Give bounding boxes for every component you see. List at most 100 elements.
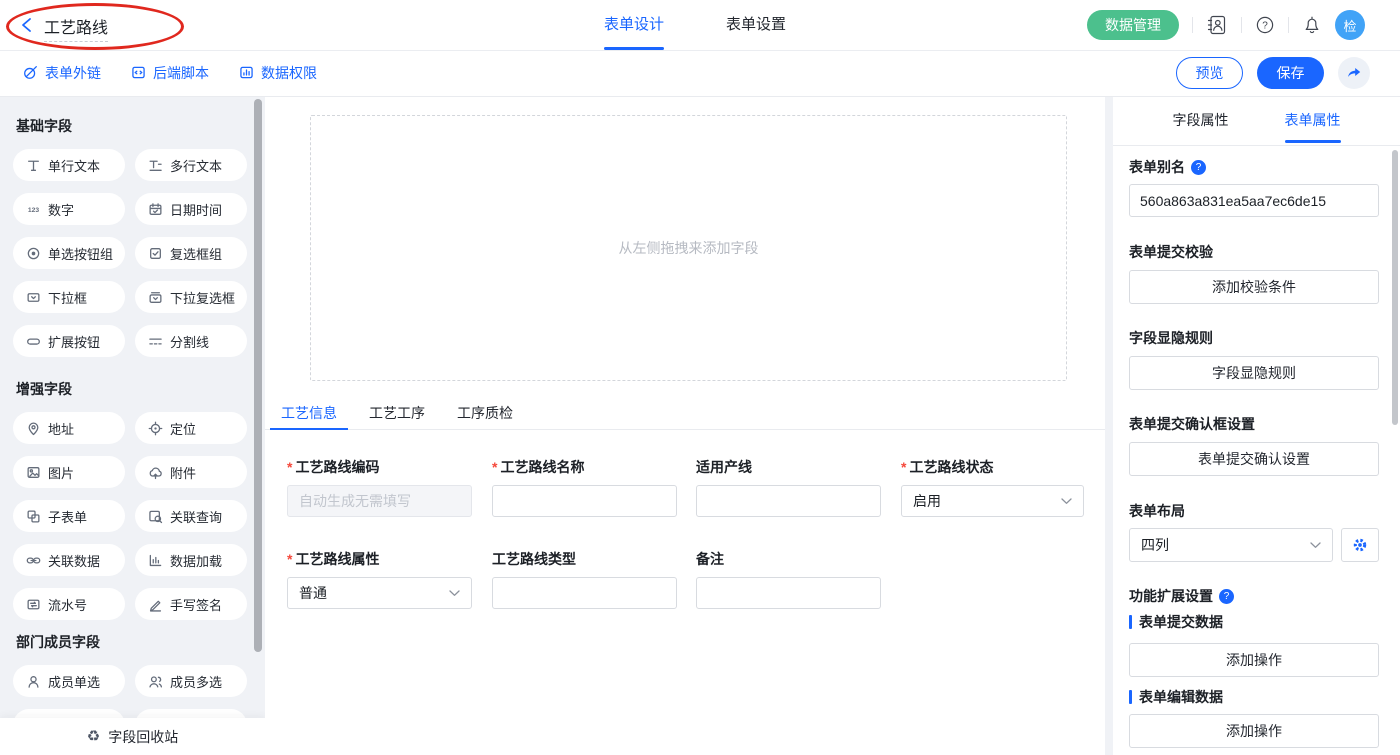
panel-tabs: 字段属性 表单属性 [1113, 96, 1400, 146]
palette-item-divider[interactable]: 分割线 [135, 325, 247, 357]
chevron-down-icon [1310, 542, 1321, 549]
page-title[interactable]: 工艺路线 [44, 14, 108, 42]
palette-item-member-single[interactable]: 成员单选 [13, 665, 125, 697]
single-line-text-icon [26, 158, 41, 173]
field-input[interactable] [492, 577, 677, 609]
help-icon[interactable]: ? [1255, 15, 1275, 35]
field-process-route-type: 工艺路线类型 [492, 549, 677, 609]
canvas-tabs: 工艺信息 工艺工序 工序质检 [265, 398, 1105, 430]
layout-settings-button[interactable] [1341, 528, 1379, 562]
palette-item-signature[interactable]: 手写签名 [135, 588, 247, 620]
user-avatar[interactable]: 检 [1335, 10, 1365, 40]
palette-item-multi-select[interactable]: 下拉复选框 [135, 281, 247, 313]
tab-field-properties[interactable]: 字段属性 [1173, 96, 1229, 145]
field-process-route-name: 工艺路线名称 [492, 457, 677, 517]
palette-item-attachment[interactable]: 附件 [135, 456, 247, 488]
form-external-link[interactable]: 表单外链 [23, 63, 101, 83]
palette-item-expand-button[interactable]: 扩展按钮 [13, 325, 125, 357]
signature-icon [148, 597, 163, 612]
palette-item-radio-group[interactable]: 单选按钮组 [13, 237, 125, 269]
link-data-icon [26, 553, 41, 568]
notification-bell-icon[interactable] [1302, 15, 1322, 35]
section-title-basic-fields: 基础字段 [16, 116, 265, 136]
field-process-route-attribute: 工艺路线属性 普通 [287, 549, 472, 609]
palette-item-link-data[interactable]: 关联数据 [13, 544, 125, 576]
submit-confirm-button[interactable]: 表单提交确认设置 [1129, 442, 1379, 476]
add-edit-action-button[interactable]: 添加操作 [1129, 714, 1379, 748]
palette-item-location[interactable]: 定位 [135, 412, 247, 444]
palette-item-checkbox-group[interactable]: 复选框组 [135, 237, 247, 269]
tab-step-inspection[interactable]: 工序质检 [455, 398, 515, 429]
palette-item-image[interactable]: 图片 [13, 456, 125, 488]
palette-item-select[interactable]: 下拉框 [13, 281, 125, 313]
back-button[interactable] [20, 17, 34, 33]
help-badge-icon[interactable]: ? [1219, 589, 1234, 604]
panel-scrollbar[interactable] [1392, 150, 1398, 425]
address-book-icon[interactable] [1206, 14, 1228, 36]
field-label: 工艺路线名称 [492, 457, 677, 477]
field-process-route-status: 工艺路线状态 启用 [901, 457, 1084, 517]
field-dropzone[interactable]: 从左侧拖拽来添加字段 [310, 115, 1067, 381]
radio-group-icon [26, 246, 41, 261]
field-input[interactable] [696, 485, 881, 517]
form-design-canvas: 从左侧拖拽来添加字段 工艺信息 工艺工序 工序质检 工艺路线编码 工艺路线名称 … [265, 96, 1105, 755]
palette-item-serial-number[interactable]: 流水号 [13, 588, 125, 620]
data-permission-link[interactable]: 数据权限 [239, 63, 317, 83]
field-select[interactable]: 普通 [287, 577, 472, 609]
share-button[interactable] [1338, 57, 1370, 89]
toolbar-buttons: 预览 保存 [1176, 57, 1370, 89]
field-input-disabled [287, 485, 472, 517]
palette-item-link-query[interactable]: 关联查询 [135, 500, 247, 532]
svg-text:123: 123 [28, 207, 40, 214]
palette-item-subform[interactable]: 子表单 [13, 500, 125, 532]
member-single-icon [26, 674, 41, 689]
datetime-icon [148, 202, 163, 217]
gear-icon [1352, 537, 1368, 553]
field-process-route-code: 工艺路线编码 [287, 457, 472, 517]
field-input[interactable] [492, 485, 677, 517]
field-select[interactable]: 启用 [901, 485, 1084, 517]
subform-icon [26, 509, 41, 524]
tab-process-info[interactable]: 工艺信息 [279, 398, 339, 429]
palette-item-single-line-text[interactable]: 单行文本 [13, 149, 125, 181]
palette-item-address[interactable]: 地址 [13, 412, 125, 444]
tab-form-settings[interactable]: 表单设置 [726, 0, 786, 50]
top-header: 工艺路线 表单设计 表单设置 数据管理 ? [0, 0, 1400, 51]
add-validation-button[interactable]: 添加校验条件 [1129, 270, 1379, 304]
data-load-icon [148, 553, 163, 568]
submit-data-subheading: 表单提交数据 [1129, 613, 1379, 631]
edit-data-subheading: 表单编辑数据 [1129, 688, 1379, 706]
save-button[interactable]: 保存 [1257, 57, 1324, 89]
palette-item-number[interactable]: 123 数字 [13, 193, 125, 225]
recycle-icon: ♻ [87, 729, 100, 744]
data-manage-button[interactable]: 数据管理 [1087, 10, 1179, 40]
share-arrow-icon [1346, 66, 1362, 80]
extension-settings-heading: 功能扩展设置 ? [1129, 587, 1379, 605]
field-label: 工艺路线状态 [901, 457, 1084, 477]
field-label: 工艺路线属性 [287, 549, 472, 569]
member-multi-icon [148, 674, 163, 689]
field-visibility-button[interactable]: 字段显隐规则 [1129, 356, 1379, 390]
divider [1192, 17, 1193, 33]
form-alias-input[interactable] [1129, 184, 1379, 217]
layout-select[interactable]: 四列 [1129, 528, 1333, 562]
add-submit-action-button[interactable]: 添加操作 [1129, 643, 1379, 677]
field-recycle-bin[interactable]: ♻ 字段回收站 [0, 718, 265, 755]
palette-item-datetime[interactable]: 日期时间 [135, 193, 247, 225]
palette-item-member-multi[interactable]: 成员多选 [135, 665, 247, 697]
field-input[interactable] [696, 577, 881, 609]
palette-item-data-load[interactable]: 数据加载 [135, 544, 247, 576]
backend-script-link[interactable]: 后端脚本 [131, 63, 209, 83]
tab-form-design[interactable]: 表单设计 [604, 0, 664, 50]
dropzone-placeholder: 从左侧拖拽来添加字段 [619, 238, 759, 258]
field-label: 工艺路线编码 [287, 457, 472, 477]
tab-process-steps[interactable]: 工艺工序 [367, 398, 427, 429]
chevron-down-icon [449, 590, 460, 597]
field-remark: 备注 [696, 549, 881, 609]
palette-item-multi-line-text[interactable]: 多行文本 [135, 149, 247, 181]
preview-button[interactable]: 预览 [1176, 57, 1243, 89]
help-badge-icon[interactable]: ? [1191, 160, 1206, 175]
tab-form-properties[interactable]: 表单属性 [1285, 96, 1341, 145]
field-label: 工艺路线类型 [492, 549, 677, 569]
sidebar-scrollbar[interactable] [254, 99, 262, 652]
